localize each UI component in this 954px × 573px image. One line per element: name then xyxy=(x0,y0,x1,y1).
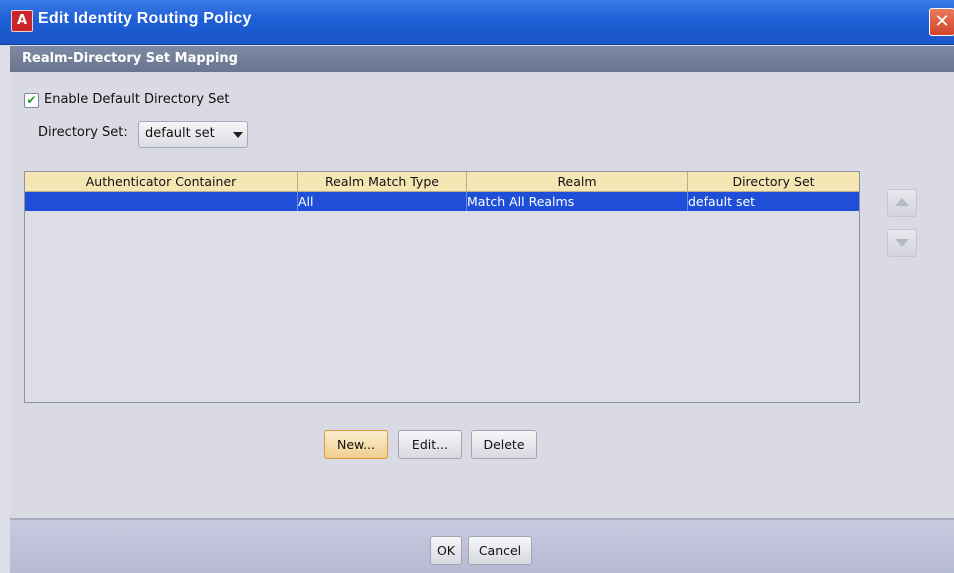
window-title: Edit Identity Routing Policy xyxy=(38,10,252,27)
column-header-directory-set[interactable]: Directory Set xyxy=(688,172,859,191)
section-header: Realm-Directory Set Mapping xyxy=(10,46,954,72)
mapping-table[interactable]: Authenticator Container Realm Match Type… xyxy=(24,171,860,403)
column-header-realm-match-type[interactable]: Realm Match Type xyxy=(298,172,467,191)
enable-default-checkbox[interactable]: ✔ xyxy=(24,93,39,108)
close-button[interactable]: ✕ xyxy=(929,8,954,36)
column-header-authenticator-container[interactable]: Authenticator Container xyxy=(25,172,298,191)
table-row[interactable]: All Match All Realms default set xyxy=(25,192,859,211)
cell-realm: Match All Realms xyxy=(467,192,688,211)
table-header: Authenticator Container Realm Match Type… xyxy=(25,172,859,192)
cell-realm-match-type: All xyxy=(298,192,467,211)
arrow-down-icon xyxy=(895,239,909,247)
move-up-button[interactable] xyxy=(887,189,917,217)
arrow-up-icon xyxy=(895,198,909,206)
mapping-panel: ✔ Enable Default Directory Set Directory… xyxy=(10,72,954,520)
directory-set-label: Directory Set: xyxy=(38,125,128,140)
enable-default-label: Enable Default Directory Set xyxy=(44,92,230,107)
section-title: Realm-Directory Set Mapping xyxy=(22,51,238,66)
cell-directory-set: default set xyxy=(688,194,756,209)
chevron-down-icon xyxy=(233,132,243,138)
move-down-button[interactable] xyxy=(887,229,917,257)
cancel-button[interactable]: Cancel xyxy=(468,536,532,565)
title-bar: A Edit Identity Routing Policy ✕ xyxy=(0,0,954,45)
edit-button[interactable]: Edit... xyxy=(398,430,462,459)
directory-set-value: default set xyxy=(145,126,215,141)
column-header-realm[interactable]: Realm xyxy=(467,172,688,191)
new-button[interactable]: New... xyxy=(324,430,388,459)
ok-button[interactable]: OK xyxy=(430,536,462,565)
cell-authenticator-container xyxy=(25,192,298,211)
app-logo-icon: A xyxy=(11,10,33,32)
directory-set-dropdown[interactable]: default set xyxy=(138,121,248,148)
dialog-footer: OK Cancel xyxy=(10,520,954,573)
delete-button[interactable]: Delete xyxy=(471,430,537,459)
